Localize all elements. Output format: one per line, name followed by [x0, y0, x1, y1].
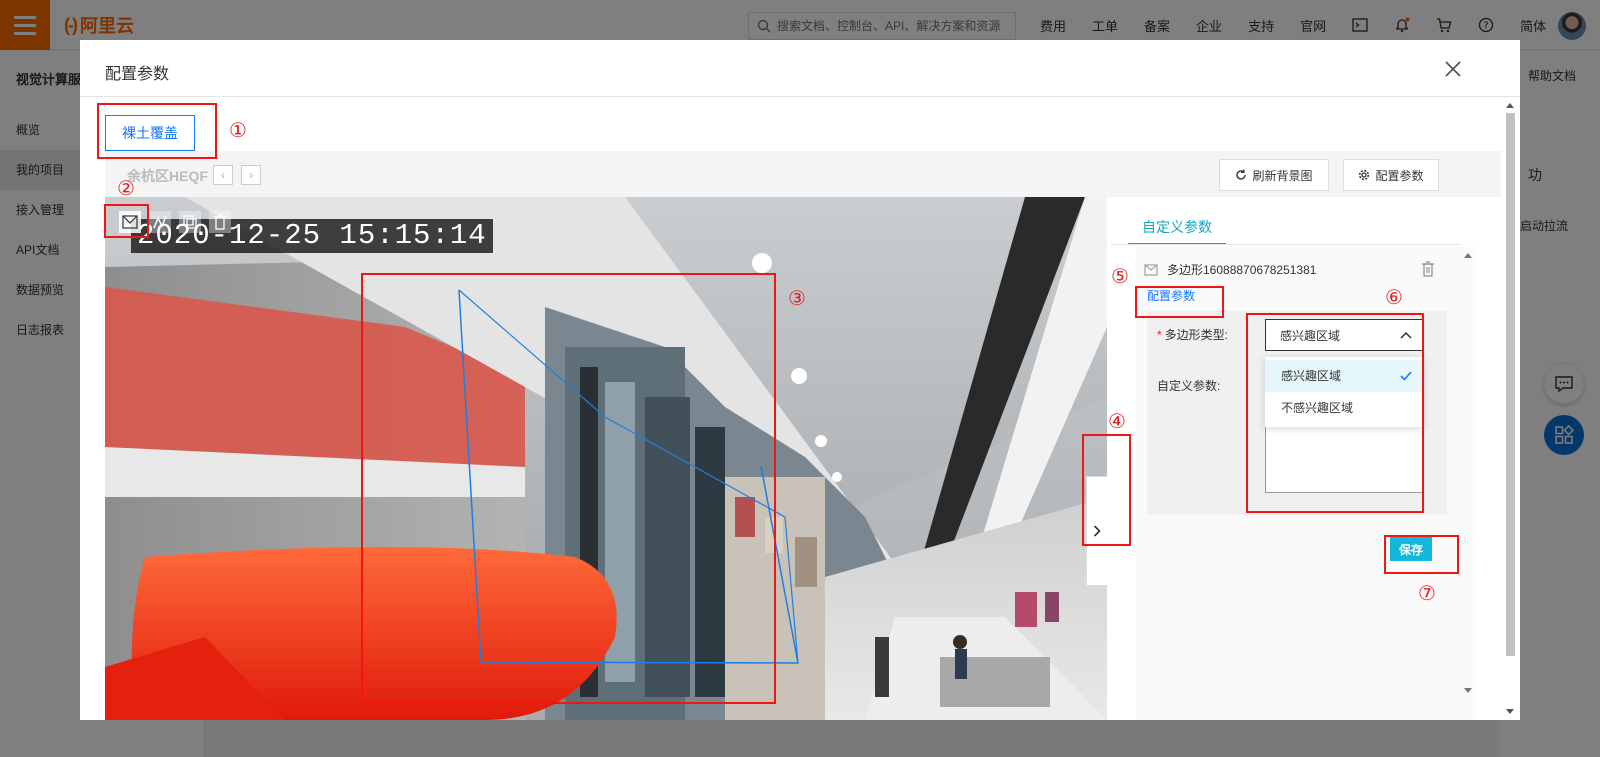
prev-camera-button[interactable]: ‹	[213, 165, 233, 185]
annotation-box-4	[1082, 434, 1131, 546]
panel-scrollbar[interactable]	[1460, 247, 1476, 693]
scroll-up-icon[interactable]	[1506, 103, 1514, 108]
tab-divider	[1111, 244, 1461, 245]
scroll-thumb[interactable]	[1506, 113, 1515, 656]
custom-params-label: 自定义参数:	[1157, 379, 1221, 393]
annotation-box-5	[1135, 286, 1224, 318]
annotation-box-2	[104, 204, 149, 238]
delete-polygon-icon[interactable]	[1421, 261, 1437, 277]
next-camera-button[interactable]: ›	[241, 165, 261, 185]
refresh-icon	[1236, 169, 1247, 180]
annotation-number-1: ①	[229, 118, 247, 142]
close-icon[interactable]	[1442, 58, 1464, 80]
annotation-box-6	[1246, 313, 1424, 513]
annotation-box-7	[1384, 535, 1459, 574]
annotation-number-6: ⑥	[1385, 285, 1403, 309]
line-tool-icon[interactable]	[149, 211, 171, 233]
polygon-name: 多边形16088870678251381	[1167, 263, 1317, 277]
modal-scrollbar[interactable]	[1503, 100, 1517, 717]
annotation-number-3: ③	[788, 286, 806, 310]
polygon-type-label-text: 多边形类型:	[1164, 328, 1229, 342]
required-mark: *	[1157, 328, 1162, 342]
scroll-down-icon[interactable]	[1506, 709, 1514, 714]
annotation-box-3	[361, 273, 776, 704]
config-params-label: 配置参数	[1375, 168, 1424, 183]
polygon-icon	[1144, 263, 1158, 276]
polygon-item[interactable]: 多边形16088870678251381	[1144, 261, 1316, 278]
refresh-background-label: 刷新背景图	[1252, 168, 1313, 183]
camera-toolbar: 余杭区HEQF ‹ › 刷新背景图 配置参数	[105, 151, 1501, 197]
panel-scroll-up-icon[interactable]	[1464, 253, 1472, 258]
annotation-number-4: ④	[1108, 409, 1126, 433]
camera-name: 余杭区HEQF	[127, 168, 208, 184]
annotation-number-2: ②	[117, 176, 135, 200]
annotation-number-7: ⑦	[1418, 581, 1436, 605]
polygon-type-label: * 多边形类型:	[1157, 326, 1228, 343]
modal-header: 配置参数	[80, 40, 1520, 97]
modal-title: 配置参数	[105, 66, 170, 83]
annotation-number-5: ⑤	[1111, 264, 1129, 288]
refresh-background-button[interactable]: 刷新背景图	[1219, 159, 1329, 191]
config-params-button[interactable]: 配置参数	[1343, 159, 1439, 191]
panel-scroll-down-icon[interactable]	[1464, 688, 1472, 693]
annotation-box-1	[97, 103, 217, 159]
delete-tool-icon[interactable]	[209, 211, 231, 233]
copy-tool-icon[interactable]	[179, 211, 201, 233]
gear-icon	[1359, 169, 1370, 181]
tab-custom-params[interactable]: 自定义参数	[1128, 213, 1226, 245]
